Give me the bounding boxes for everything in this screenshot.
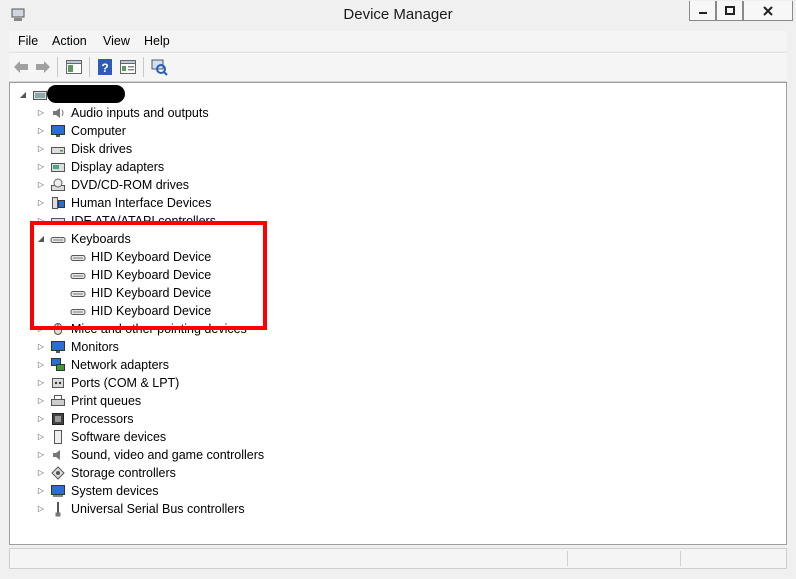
tree-item-label: Ports (COM & LPT): [71, 376, 180, 390]
tree-category[interactable]: ▷ Sound, video and game controllers: [36, 446, 770, 464]
tree-category[interactable]: ▷ Ports (COM & LPT): [36, 374, 770, 392]
expand-arrow-closed-icon[interactable]: ▷: [36, 140, 46, 158]
properties-icon[interactable]: [119, 58, 137, 76]
expand-arrow-open-icon[interactable]: ◢: [18, 86, 28, 104]
tree-item-label: Computer: [71, 124, 126, 138]
tree-category[interactable]: ▷ Processors: [36, 410, 770, 428]
expand-arrow-closed-icon[interactable]: ▷: [36, 392, 46, 410]
expand-arrow-closed-icon[interactable]: ▷: [36, 500, 46, 518]
title-bar: Device Manager: [0, 0, 796, 30]
tree-category[interactable]: ▷ Universal Serial Bus controllers: [36, 500, 770, 518]
menu-bar: File Action View Help: [9, 31, 787, 51]
tree-category[interactable]: ▷ Human Interface Devices: [36, 194, 770, 212]
menu-action[interactable]: Action: [52, 34, 87, 48]
tree-category[interactable]: ▷ Software devices: [36, 428, 770, 446]
tree-category[interactable]: ▷ Monitors: [36, 338, 770, 356]
usb-icon: [55, 502, 61, 517]
toolbar-separator: [89, 57, 90, 77]
expand-arrow-closed-icon[interactable]: ▷: [36, 374, 46, 392]
software-device-icon: [54, 430, 62, 444]
tree-item-label: Storage controllers: [71, 466, 176, 480]
tree-category[interactable]: ▷ Computer: [36, 122, 770, 140]
port-icon: [52, 378, 64, 388]
tree-root[interactable]: ◢: [18, 86, 770, 104]
status-bar-divider: [680, 551, 681, 566]
expand-arrow-closed-icon[interactable]: ▷: [36, 338, 46, 356]
expand-arrow-closed-icon[interactable]: ▷: [36, 104, 46, 122]
toolbar-separator: [57, 57, 58, 77]
help-icon[interactable]: ?: [96, 58, 114, 76]
dvd-drive-icon: [51, 178, 65, 191]
tree-item-label: DVD/CD-ROM drives: [71, 178, 190, 192]
speaker-icon: [53, 108, 64, 118]
hid-icon: [52, 197, 65, 209]
svg-text:?: ?: [101, 61, 108, 75]
expand-arrow-closed-icon[interactable]: ▷: [36, 446, 46, 464]
redacted-computer-name: [47, 85, 125, 103]
expand-arrow-closed-icon[interactable]: ▷: [36, 356, 46, 374]
toolbar: ?: [9, 52, 787, 82]
tree-category[interactable]: ▷ Network adapters: [36, 356, 770, 374]
tree-item-label: Software devices: [71, 430, 167, 444]
tree-item-label: Network adapters: [71, 358, 169, 372]
monitor-icon: [51, 125, 65, 137]
tree-item-label: Print queues: [71, 394, 142, 408]
expand-arrow-closed-icon[interactable]: ▷: [36, 410, 46, 428]
sound-icon: [53, 450, 60, 460]
status-bar-divider: [567, 551, 568, 566]
keyboards-highlight-box: [30, 221, 267, 330]
tree-item-label: System devices: [71, 484, 159, 498]
tree-item-label: Universal Serial Bus controllers: [71, 502, 245, 516]
expand-arrow-closed-icon[interactable]: ▷: [36, 428, 46, 446]
forward-arrow-icon[interactable]: [34, 58, 52, 76]
menu-help[interactable]: Help: [144, 34, 170, 48]
monitor-icon: [51, 341, 65, 353]
tree-item-label: Audio inputs and outputs: [71, 106, 209, 120]
scan-hardware-changes-icon[interactable]: [150, 58, 168, 76]
expand-arrow-closed-icon[interactable]: ▷: [36, 158, 46, 176]
minimize-icon: [698, 12, 707, 14]
window-title: Device Manager: [343, 6, 453, 23]
expand-arrow-closed-icon[interactable]: ▷: [36, 176, 46, 194]
expand-arrow-closed-icon[interactable]: ▷: [36, 464, 46, 482]
maximize-button[interactable]: [716, 1, 743, 21]
show-hide-console-tree-icon[interactable]: [65, 58, 83, 76]
disk-drive-icon: [51, 147, 65, 154]
tree-category[interactable]: ▷ Print queues: [36, 392, 770, 410]
tree-item-label: Monitors: [71, 340, 119, 354]
tree-category[interactable]: ▷ Audio inputs and outputs: [36, 104, 770, 122]
tree-category[interactable]: ▷ Disk drives: [36, 140, 770, 158]
display-adapter-icon: [51, 163, 65, 172]
maximize-icon: [724, 6, 735, 15]
printer-icon: [51, 395, 65, 406]
toolbar-separator: [143, 57, 144, 77]
expand-arrow-closed-icon[interactable]: ▷: [36, 194, 46, 212]
expand-arrow-closed-icon[interactable]: ▷: [36, 482, 46, 500]
tree-category[interactable]: ▷ System devices: [36, 482, 770, 500]
tree-item-label: Disk drives: [71, 142, 133, 156]
tree-category[interactable]: ▷ DVD/CD-ROM drives: [36, 176, 770, 194]
minimize-button[interactable]: [689, 1, 716, 21]
tree-item-label: Display adapters: [71, 160, 165, 174]
processor-icon: [52, 413, 64, 425]
tree-category[interactable]: ▷ Display adapters: [36, 158, 770, 176]
system-device-icon: [51, 485, 65, 497]
storage-controller-icon: [51, 466, 65, 480]
menu-file[interactable]: File: [18, 34, 38, 48]
tree-category[interactable]: ▷ Storage controllers: [36, 464, 770, 482]
close-button[interactable]: [743, 1, 793, 21]
close-icon: [763, 6, 773, 16]
expand-arrow-closed-icon[interactable]: ▷: [36, 122, 46, 140]
tree-item-label: Processors: [71, 412, 134, 426]
menu-view[interactable]: View: [103, 34, 130, 48]
root-computer-icon: [33, 91, 47, 100]
status-bar: [9, 548, 787, 569]
back-arrow-icon[interactable]: [12, 58, 30, 76]
network-adapter-icon: [51, 358, 65, 371]
tree-item-label: Human Interface Devices: [71, 196, 212, 210]
tree-item-label: Sound, video and game controllers: [71, 448, 265, 462]
